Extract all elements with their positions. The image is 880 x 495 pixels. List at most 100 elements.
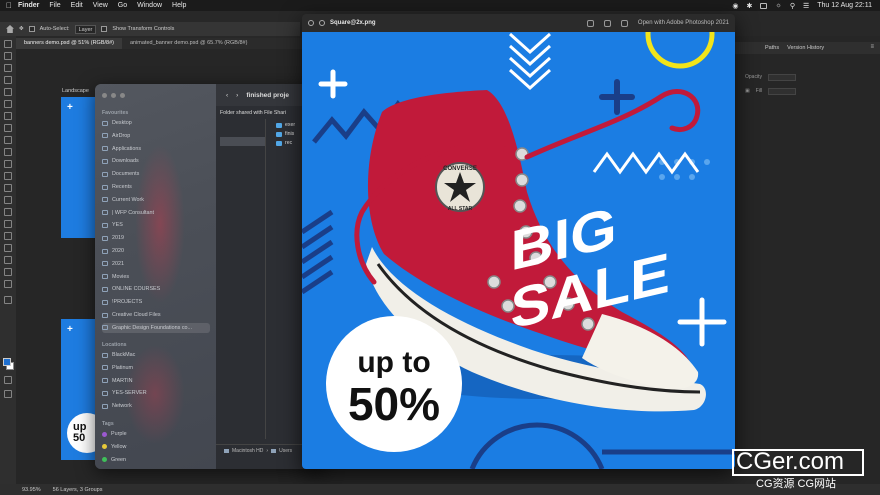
menu-window[interactable]: Window — [137, 2, 162, 9]
artboard-portrait-preview[interactable]: + up 50 — [61, 319, 99, 460]
sidebar-item-favorite[interactable]: ONLINE COURSES — [102, 284, 210, 294]
sidebar-item-favorite[interactable]: 2019 — [102, 233, 210, 243]
sidebar-item-location[interactable]: MARTIN — [102, 376, 210, 386]
sidebar-item-favorite[interactable]: Desktop — [102, 118, 210, 128]
wifi-icon[interactable]: ☼ — [775, 2, 781, 9]
path-item[interactable]: Macintosh HD — [232, 448, 263, 454]
quick-select-tool-button[interactable] — [4, 76, 12, 84]
sidebar-item-favorite[interactable]: Movies — [102, 272, 210, 282]
file-item[interactable]: exer — [276, 122, 295, 128]
sidebar-item-favorite[interactable]: Documents — [102, 169, 210, 179]
creative-cloud-icon[interactable]: ◉ — [732, 2, 738, 10]
file-item[interactable]: rec — [276, 140, 292, 146]
artboard-label[interactable]: Landscape — [62, 88, 89, 94]
tab-paths[interactable]: Paths — [765, 45, 779, 51]
sidebar-item-favorite[interactable]: | WFP Consultant — [102, 208, 210, 218]
eraser-tool-button[interactable] — [4, 172, 12, 180]
dodge-tool-button[interactable] — [4, 208, 12, 216]
file-item[interactable]: finis — [276, 131, 294, 137]
panel-menu-icon[interactable]: ≡ — [870, 44, 874, 50]
screen-mode-button[interactable] — [4, 390, 12, 398]
zoom-button[interactable] — [120, 93, 125, 98]
search-icon[interactable]: ⚲ — [790, 2, 795, 10]
menu-help[interactable]: Help — [172, 2, 186, 9]
home-icon[interactable] — [6, 25, 14, 33]
blur-tool-button[interactable] — [4, 196, 12, 204]
crop-tool-button[interactable] — [4, 88, 12, 96]
eyedropper-tool-button[interactable] — [4, 112, 12, 120]
control-center-icon[interactable]: ☰ — [803, 2, 809, 10]
frame-tool-button[interactable] — [4, 100, 12, 108]
sidebar-item-favorite[interactable]: 2021 — [102, 259, 210, 269]
sidebar-item-favorite[interactable]: 2020 — [102, 246, 210, 256]
forward-button[interactable]: › — [236, 92, 238, 99]
bluetooth-icon[interactable]: ✱ — [747, 2, 753, 10]
menu-file[interactable]: File — [49, 2, 60, 9]
battery-icon[interactable] — [760, 2, 768, 9]
menu-go[interactable]: Go — [118, 2, 127, 9]
sidebar-item-tag[interactable]: Yellow — [102, 442, 210, 452]
foreground-color-swatch[interactable] — [3, 358, 11, 366]
sidebar-item-location[interactable]: Platinum — [102, 363, 210, 373]
zoom-level[interactable]: 93.95% — [22, 487, 41, 493]
markup-icon[interactable] — [603, 19, 611, 27]
menu-finder[interactable]: Finder — [18, 2, 39, 9]
fullscreen-icon[interactable] — [319, 20, 325, 26]
tab-banners-demo[interactable]: banners demo.psd @ 51% (RGB/8#) — [16, 38, 122, 49]
tab-animated-banner[interactable]: animated_banner demo.psd @ 65.7% (RGB/8#… — [122, 38, 255, 49]
fill-field[interactable] — [768, 88, 797, 95]
quick-mask-button[interactable] — [4, 376, 12, 384]
open-with-button[interactable]: Open with Adobe Photoshop 2021 — [638, 20, 729, 26]
lasso-tool-button[interactable] — [4, 64, 12, 72]
opacity-field[interactable] — [767, 74, 796, 81]
sidebar-item-favorite[interactable]: Applications — [102, 144, 210, 154]
minimize-button[interactable] — [111, 93, 116, 98]
history-brush-tool-button[interactable] — [4, 160, 12, 168]
sidebar-item-favorite[interactable]: Current Work — [102, 195, 210, 205]
folder-icon — [102, 197, 108, 203]
sidebar-item-location[interactable]: YES-SERVER — [102, 388, 210, 398]
path-select-tool-button[interactable] — [4, 244, 12, 252]
sidebar-item-favorite[interactable]: Recents — [102, 182, 210, 192]
sidebar-item-location[interactable]: Network — [102, 401, 210, 411]
path-item[interactable]: Users — [279, 448, 292, 454]
hand-tool-button[interactable] — [4, 268, 12, 276]
lock-icon[interactable]: ▣ — [745, 88, 750, 95]
tab-version-history[interactable]: Version History — [787, 45, 824, 51]
sidebar-item-tag[interactable]: Purple — [102, 429, 210, 439]
brush-tool-button[interactable] — [4, 136, 12, 144]
close-icon[interactable] — [308, 20, 314, 26]
sidebar-item-favorite[interactable]: Graphic Design Foundations co... — [102, 322, 210, 333]
rotate-icon[interactable] — [586, 19, 594, 27]
apple-icon[interactable]:  — [0, 1, 18, 10]
selected-row[interactable] — [220, 137, 265, 146]
healing-tool-button[interactable] — [4, 124, 12, 132]
zoom-tool-button[interactable] — [4, 280, 12, 288]
sidebar-item-location[interactable]: BlackMac — [102, 350, 210, 360]
pen-tool-button[interactable] — [4, 220, 12, 228]
type-tool-button[interactable] — [4, 232, 12, 240]
shape-tool-button[interactable] — [4, 256, 12, 264]
move-tool-button[interactable] — [4, 40, 12, 48]
sidebar-item-favorite[interactable]: AirDrop — [102, 131, 210, 141]
close-button[interactable] — [102, 93, 107, 98]
marquee-tool-button[interactable] — [4, 52, 12, 60]
transform-controls-checkbox[interactable] — [101, 26, 108, 32]
back-button[interactable]: ‹ — [226, 92, 228, 99]
sidebar-item-favorite[interactable]: Creative Cloud Files — [102, 310, 210, 320]
more-tools-button[interactable] — [4, 296, 12, 304]
auto-select-checkbox[interactable] — [28, 26, 35, 32]
artboard-landscape-preview[interactable]: + — [61, 97, 99, 238]
auto-select-dropdown[interactable]: Layer — [74, 24, 97, 34]
sidebar-item-favorite[interactable]: YES — [102, 220, 210, 230]
menu-view[interactable]: View — [93, 2, 108, 9]
clock-text[interactable]: Thu 12 Aug 22:11 — [817, 2, 872, 9]
sidebar-item-favorite[interactable]: Downloads — [102, 156, 210, 166]
move-tool-icon[interactable]: ✥ — [19, 26, 24, 32]
stamp-tool-button[interactable] — [4, 148, 12, 156]
gradient-tool-button[interactable] — [4, 184, 12, 192]
share-icon[interactable] — [620, 19, 628, 27]
menu-edit[interactable]: Edit — [71, 2, 83, 9]
sidebar-item-favorite[interactable]: !PROJECTS — [102, 297, 210, 307]
sidebar-item-tag[interactable]: Green — [102, 455, 210, 465]
